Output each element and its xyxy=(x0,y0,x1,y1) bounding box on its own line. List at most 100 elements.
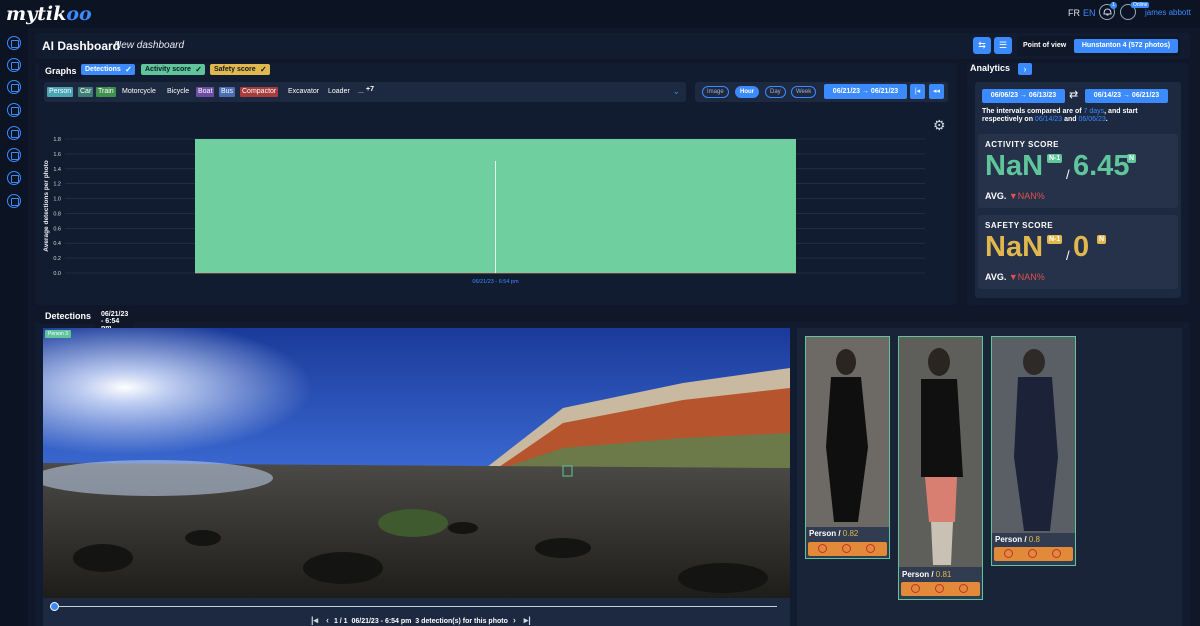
crop-safety-bar xyxy=(994,547,1073,561)
date-range-button[interactable]: 06/21/23 → 06/21/23 xyxy=(824,84,907,99)
crop-card[interactable]: Person / 0.82 xyxy=(805,336,890,559)
bar-chart-icon[interactable] xyxy=(7,80,21,94)
person-crop-image xyxy=(992,337,1075,533)
y-tick-label: 0.4 xyxy=(53,241,61,247)
first-photo-icon[interactable]: |◂ xyxy=(311,615,318,625)
share-icon[interactable] xyxy=(7,148,21,162)
time-hour-button[interactable]: Hour xyxy=(735,86,759,98)
time-day-button[interactable]: Day xyxy=(765,86,786,98)
point-of-view-select[interactable]: Hunstanton 4 (572 photos) xyxy=(1074,39,1178,53)
photo-controls: |◂ ‹ 1 / 1 06/21/23 - 6:54 pm 3 detectio… xyxy=(43,598,790,626)
username-link[interactable]: james abbott xyxy=(1145,8,1191,17)
y-tick-label: 0.2 xyxy=(53,256,61,262)
range-b-button[interactable]: 06/14/23 → 06/21/23 xyxy=(1085,89,1168,103)
crop-card[interactable]: Person / 0.8 xyxy=(991,336,1076,566)
share-button[interactable]: ⇆ xyxy=(973,37,991,54)
tab-detections[interactable]: Detections ✓ xyxy=(81,64,135,75)
detections-chart: 0.0 0.2 0.4 0.6 0.8 1.0 1.2 1.4 1.6 1.8 Average de… xyxy=(43,137,925,285)
app-logo[interactable]: mytikoo xyxy=(6,3,92,25)
chevron-right-icon[interactable]: › xyxy=(1018,63,1032,75)
last-photo-icon[interactable]: ▸| xyxy=(524,615,531,625)
graphs-label: Graphs xyxy=(39,63,83,79)
safety-prev-value: NaN xyxy=(985,231,1044,263)
class-chip-bus[interactable]: Bus xyxy=(219,87,236,97)
person-crop-image xyxy=(806,337,889,527)
tab-safety-score[interactable]: Safety score ✓ xyxy=(210,64,270,75)
range-a-button[interactable]: 06/06/23 → 06/13/23 xyxy=(982,89,1065,103)
dashboard-name[interactable]: New dashboard xyxy=(114,40,184,51)
safety-score-title: SAFETY SCORE xyxy=(985,221,1054,230)
class-chip-compactor[interactable]: Compactor xyxy=(240,87,279,97)
graphs-panel: Graphs Detections ✓ Activity score ✓ Safet… xyxy=(35,63,957,305)
next-photo-icon[interactable]: › xyxy=(513,615,516,625)
cart-icon[interactable] xyxy=(7,171,21,185)
activity-prev-tag: N-1 xyxy=(1047,154,1063,163)
class-chip-motorcycle[interactable]: Motorcycle xyxy=(120,87,158,97)
class-chip-excavator[interactable]: Excavator xyxy=(286,87,321,97)
top-bar: mytikoo FR EN 1 Online james abbott xyxy=(0,0,1200,28)
x-tick-label: 06/21/23 - 6:54 pm xyxy=(472,279,519,285)
chevron-down-icon[interactable]: ⌄ xyxy=(672,86,680,97)
interval-description: The intervals compared are of 7 days, an… xyxy=(982,108,1138,123)
y-tick-label: 1.8 xyxy=(53,137,61,143)
class-chip-loader[interactable]: Loader xyxy=(326,87,352,97)
detection-crops: Person / 0.82 Person / 0.81 Person / 0.8 xyxy=(797,328,1182,626)
analytics-icon[interactable] xyxy=(7,103,21,117)
person-crop-image xyxy=(899,337,982,567)
safety-score-card: SAFETY SCORE NaN N-1 / 0 N AVG. ▼NAN% xyxy=(978,215,1178,289)
timeline-slider-track[interactable] xyxy=(55,606,777,607)
y-tick-label: 0.0 xyxy=(53,271,61,277)
camera-icon[interactable] xyxy=(7,36,21,50)
y-tick-label: 1.0 xyxy=(53,197,61,203)
lang-fr-link[interactable]: FR xyxy=(1068,8,1080,18)
pager-index: 1 / 1 xyxy=(333,618,348,625)
bus-icon[interactable] xyxy=(7,126,21,140)
class-chip-ellipsis: ... xyxy=(358,88,364,95)
activity-curr-tag: N xyxy=(1127,154,1137,163)
more-classes-button[interactable]: +7 xyxy=(366,86,374,93)
activity-score-card: ACTIVITY SCORE NaN N-1 / 6.45 N AVG. ▼NA… xyxy=(978,134,1178,208)
activity-score-title: ACTIVITY SCORE xyxy=(985,140,1059,149)
crop-safety-bar xyxy=(901,582,980,596)
crop-card[interactable]: Person / 0.81 xyxy=(898,336,983,600)
crop-label: Person / 0.8 xyxy=(995,535,1040,544)
truck-icon[interactable] xyxy=(7,194,21,208)
beach-photo-image xyxy=(43,328,790,598)
analytics-panel: Analytics › 06/06/23 → 06/13/23 ⇄ 06/14/… xyxy=(967,63,1189,305)
timeline-slider-handle[interactable] xyxy=(50,602,59,611)
notification-count-badge: 1 xyxy=(1110,2,1117,9)
time-image-button[interactable]: Image xyxy=(702,86,729,98)
class-chip-person[interactable]: Person xyxy=(47,87,74,97)
filters-button[interactable]: ☰ xyxy=(994,37,1012,54)
point-of-view-label: Point of view xyxy=(1023,42,1067,49)
time-controls: Image Hour Day Week 06/21/23 → 06/21/23 … xyxy=(695,82,948,102)
gauge-icon[interactable] xyxy=(7,58,21,72)
safety-avg: AVG. ▼NAN% xyxy=(985,272,1045,282)
sidebar xyxy=(0,28,28,626)
y-tick-label: 1.4 xyxy=(53,167,61,173)
class-chip-boat[interactable]: Boat xyxy=(196,87,215,97)
first-icon[interactable]: |◂ xyxy=(910,84,925,99)
safety-prev-tag: N-1 xyxy=(1047,235,1063,244)
analytics-content: 06/06/23 → 06/13/23 ⇄ 06/14/23 → 06/21/2… xyxy=(975,82,1181,298)
detection-photo[interactable]: Person 3 xyxy=(43,328,790,598)
rewind-icon[interactable]: ◂◂ xyxy=(929,84,944,99)
swap-icon[interactable]: ⇄ xyxy=(1069,88,1078,101)
activity-curr-value: 6.45 xyxy=(1073,150,1130,182)
lang-en-link[interactable]: EN xyxy=(1083,8,1096,18)
photo-detection-tag: Person 3 xyxy=(45,330,72,338)
class-chip-train[interactable]: Train xyxy=(96,87,116,97)
y-tick-label: 1.6 xyxy=(53,152,61,158)
pager-count: 3 detection(s) for this photo xyxy=(415,618,508,625)
time-week-button[interactable]: Week xyxy=(791,86,817,98)
page-title: AI Dashboard xyxy=(42,39,121,53)
crop-label: Person / 0.82 xyxy=(809,529,859,538)
crop-label: Person / 0.81 xyxy=(902,570,952,579)
class-chip-bicycle[interactable]: Bicycle xyxy=(165,87,191,97)
class-filter-bar: Person Car Train Motorcycle Bicycle Boat… xyxy=(44,82,686,102)
prev-photo-icon[interactable]: ‹ xyxy=(326,615,329,625)
class-chip-car[interactable]: Car xyxy=(78,87,94,97)
crop-safety-bar xyxy=(808,542,887,556)
tab-activity-score[interactable]: Activity score ✓ xyxy=(141,64,205,75)
y-tick-label: 1.2 xyxy=(53,182,61,188)
